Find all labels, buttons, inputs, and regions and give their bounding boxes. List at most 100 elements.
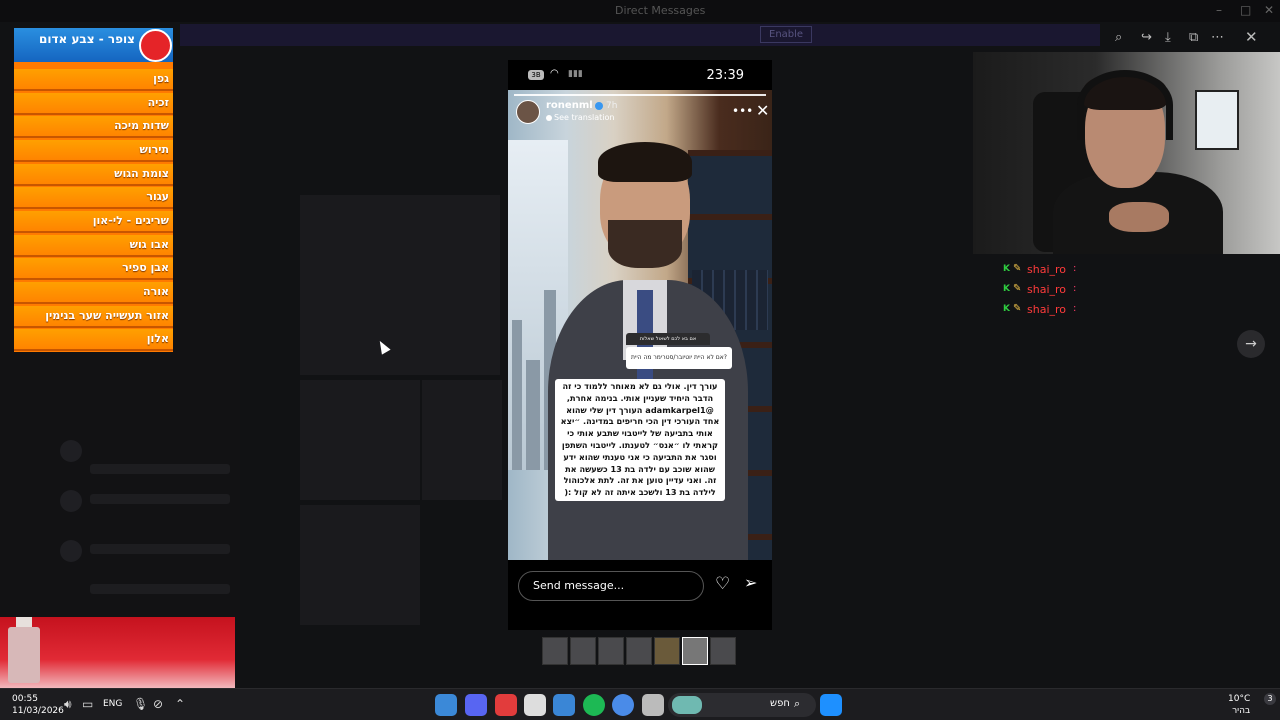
menu-header: צופר - צבע אדום [14, 28, 173, 62]
window-title: Direct Messages [615, 4, 706, 17]
menu-item[interactable]: שריגים - לי-און [14, 211, 173, 233]
network-icon[interactable]: ▭ [82, 697, 93, 711]
search-highlight-icon [672, 696, 702, 714]
telegram-app-icon[interactable] [435, 694, 457, 716]
battery-badge: 3B [528, 70, 544, 80]
perfume-ad [0, 617, 235, 688]
red-alert-logo-icon [139, 29, 172, 62]
menu-item[interactable]: צומת הגוש [14, 164, 173, 186]
perfume-bottle-icon [8, 627, 40, 683]
story-header: ronenml 7h See translation ••• ✕ [516, 100, 769, 130]
headset-icon [1077, 70, 1173, 140]
more-icon[interactable]: ⋯ [1211, 30, 1224, 45]
avatar [60, 440, 82, 462]
chrome-app-icon[interactable] [612, 694, 634, 716]
send-message-input[interactable]: Send message... [518, 571, 704, 601]
avatar [60, 540, 82, 562]
language-indicator[interactable]: ENG [103, 699, 122, 709]
chat-image [300, 195, 500, 375]
discord-app-icon[interactable] [465, 694, 487, 716]
tray-chevron-icon[interactable]: ⌃ [175, 697, 185, 711]
taskbar-clock[interactable]: 00:55 11/03/2026 [12, 693, 64, 717]
maximize-icon[interactable]: □ [1240, 3, 1251, 17]
list-item[interactable] [90, 544, 230, 554]
weather-widget[interactable]: 10°C בהיר [1228, 693, 1250, 717]
thumbnail[interactable] [542, 637, 568, 665]
send-icon[interactable]: ➢ [744, 573, 757, 592]
sword-badge-icon: ✎ [1013, 263, 1022, 274]
phone-screenshot: 3B ◠ ▮▮▮ 23:39 ronenml 7h See translatio… [508, 60, 772, 630]
question-prompt: אם בא לכם לשאול שאלות [626, 333, 710, 345]
search-icon: ⌕ [794, 697, 801, 710]
thumbnail[interactable] [626, 637, 652, 665]
kick-badge-icon: K [1003, 264, 1010, 274]
notification-badge[interactable]: 3 [1264, 693, 1276, 705]
thumbnail[interactable] [570, 637, 596, 665]
close-story-icon[interactable]: ✕ [756, 101, 769, 120]
avatar [60, 490, 82, 512]
taskbar: 00:55 11/03/2026 🔊︎ ▭ ENG 🎙︎ ⊘ ⌃ חפש ⌕ 1… [0, 688, 1280, 720]
menu-item[interactable]: אבן ספיר [14, 258, 173, 280]
red-alert-menu: צופר - צבע אדום גפן זכיה שדות מיכה תירוש… [14, 28, 173, 352]
camera-off-icon[interactable]: ⊘ [153, 697, 163, 711]
menu-item[interactable]: זכיה [14, 93, 173, 115]
paint-app-icon[interactable] [524, 694, 546, 716]
volume-icon[interactable]: 🔊︎ [64, 697, 72, 712]
apps-grid-icon[interactable] [553, 694, 575, 716]
menu-item[interactable]: שדות מיכה [14, 116, 173, 138]
close-window-icon[interactable]: ✕ [1264, 3, 1274, 17]
menu-item[interactable]: גפן [14, 69, 173, 91]
list-item[interactable] [90, 584, 230, 594]
sword-badge-icon: ✎ [1013, 303, 1022, 314]
phone-time: 23:39 [706, 68, 744, 83]
chat-image [422, 380, 502, 500]
close-viewer-icon[interactable]: ✕ [1245, 28, 1258, 46]
microphone-icon[interactable]: 🎙︎ [133, 697, 148, 711]
chat-image [300, 505, 420, 625]
open-external-icon[interactable]: ⧉ [1189, 30, 1198, 45]
red-alert-app-icon[interactable] [495, 694, 517, 716]
next-arrow-icon[interactable]: → [1237, 330, 1265, 358]
menu-item[interactable]: אלון [14, 329, 173, 351]
see-translation-link[interactable]: See translation [554, 113, 614, 122]
question-text: אם לא היית יוטיובר/סטרימר מה היית? [626, 347, 732, 369]
zoom-icon[interactable]: ⌕ [1115, 30, 1122, 45]
more-options-icon[interactable]: ••• [732, 104, 753, 118]
viewer-toolbar: ⌕ ↪ ⤓ ⧉ ⋯ ✕ [1105, 24, 1275, 52]
kick-badge-icon: K [1003, 304, 1010, 314]
stream-chat: K ✎ shai_ro : K ✎ shai_ro : K ✎ shai_ro … [1003, 263, 1077, 316]
clock-date: 11/03/2026 [12, 706, 64, 716]
file-explorer-icon[interactable] [642, 694, 664, 716]
message-bar: Send message... ♡ ➢ [508, 565, 772, 609]
list-item[interactable] [90, 494, 230, 504]
thumbnail[interactable] [654, 637, 680, 665]
heart-icon[interactable]: ♡ [715, 574, 730, 594]
thumbnail[interactable] [710, 637, 736, 665]
menu-item[interactable]: אזור תעשייה שער בנימין [14, 306, 173, 328]
windows-start-icon[interactable] [820, 694, 842, 716]
question-sticker: אם בא לכם לשאול שאלות אם לא היית יוטיובר… [626, 333, 734, 373]
thumbnail-selected[interactable] [682, 637, 708, 665]
list-item[interactable] [90, 464, 230, 474]
emote-icon: : [1073, 283, 1077, 294]
menu-item[interactable]: תירוש [14, 140, 173, 162]
chat-image [300, 380, 420, 500]
share-icon[interactable]: ↪ [1141, 30, 1152, 45]
menu-item[interactable]: עגור [14, 187, 173, 209]
minimize-icon[interactable]: – [1216, 3, 1222, 17]
spotify-app-icon[interactable] [583, 694, 605, 716]
menu-item[interactable]: אורה [14, 282, 173, 304]
phone-status-bar: 3B ◠ ▮▮▮ 23:39 [508, 60, 772, 90]
avatar[interactable] [516, 100, 540, 124]
download-icon[interactable]: ⤓ [1165, 30, 1171, 45]
menu-item[interactable]: אבו גוש [14, 235, 173, 257]
kick-badge-icon: K [1003, 284, 1010, 294]
thumbnail[interactable] [598, 637, 624, 665]
taskbar-search[interactable]: חפש ⌕ [668, 693, 816, 717]
story-username[interactable]: ronenml [546, 100, 593, 111]
story-time: 7h [606, 101, 618, 111]
enable-button[interactable]: Enable [760, 26, 813, 43]
emote-icon: : [1073, 303, 1077, 314]
story-caption: עורך דין. אולי גם לא מאוחר ללמוד כי זה ה… [555, 379, 725, 501]
weather-condition: בהיר [1232, 706, 1251, 716]
